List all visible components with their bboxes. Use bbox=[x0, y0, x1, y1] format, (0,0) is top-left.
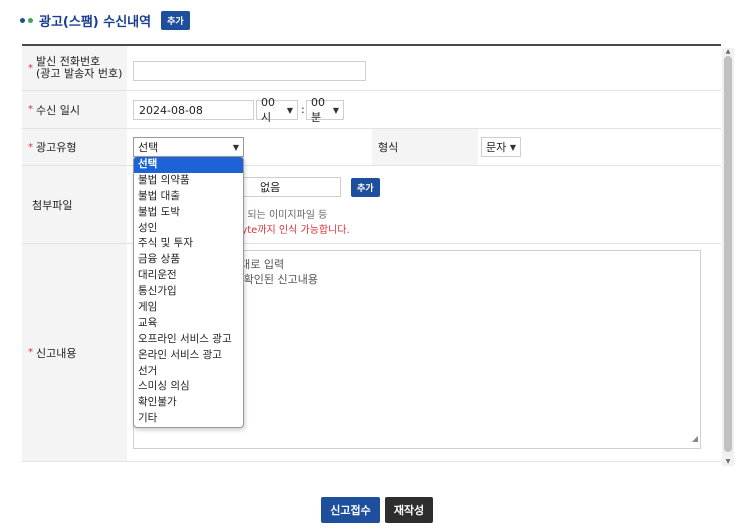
ad-type-option[interactable]: 스미싱 의심 bbox=[134, 379, 243, 395]
row-received-datetime: * 수신 일시 2024-08-08 00시 ▼ : 00분 ▼ bbox=[22, 91, 721, 129]
report-content-label: * 신고내용 bbox=[22, 244, 127, 461]
sender-number-input[interactable] bbox=[133, 61, 366, 81]
sender-label-line2: (광고 발송자 번호) bbox=[36, 67, 123, 80]
format-label: 형식 bbox=[378, 141, 399, 154]
add-section-button[interactable]: 추가 bbox=[161, 10, 190, 30]
required-mark: * bbox=[28, 347, 33, 358]
received-hour-select[interactable]: 00시 ▼ bbox=[256, 96, 298, 124]
scroll-down-arrow-icon[interactable]: ▼ bbox=[722, 458, 734, 466]
required-mark: * bbox=[28, 141, 33, 153]
chevron-down-icon: ▼ bbox=[286, 105, 293, 115]
ad-type-option[interactable]: 기타 bbox=[134, 411, 243, 427]
row-sender-number: * 발신 전화번호 (광고 발송자 번호) bbox=[22, 46, 721, 91]
required-mark: * bbox=[28, 62, 33, 74]
row-ad-type: * 광고유형 선택 ▼ 형식 문자 ▼ bbox=[22, 129, 721, 166]
resize-handle-icon[interactable]: ◢ bbox=[692, 431, 698, 446]
ad-type-option[interactable]: 통신가입 bbox=[134, 284, 243, 300]
page-scrollbar[interactable]: ▲ ▼ bbox=[722, 48, 734, 466]
sender-number-label: * 발신 전화번호 (광고 발송자 번호) bbox=[22, 46, 127, 90]
ad-type-select[interactable]: 선택 ▼ bbox=[133, 137, 244, 157]
attachment-add-button[interactable]: 추가 bbox=[351, 178, 380, 197]
attachment-hint-1: 인 되는 이미지파일 등 bbox=[235, 210, 328, 221]
ad-type-option[interactable]: 불법 의약품 bbox=[134, 173, 243, 189]
ad-type-option[interactable]: 불법 도박 bbox=[134, 205, 243, 221]
format-label-cell: 형식 bbox=[372, 129, 478, 165]
format-select[interactable]: 문자 ▼ bbox=[481, 137, 521, 157]
page-header: 광고(스팸) 수신내역 추가 bbox=[20, 10, 190, 30]
title-dots-icon bbox=[20, 17, 33, 23]
ad-type-option[interactable]: 대리운전 bbox=[134, 268, 243, 284]
chevron-down-icon: ▼ bbox=[232, 142, 239, 152]
chevron-down-icon: ▼ bbox=[332, 105, 339, 115]
ad-type-option[interactable]: 선택 bbox=[134, 157, 243, 173]
time-separator: : bbox=[301, 103, 305, 116]
chevron-down-icon: ▼ bbox=[509, 142, 516, 152]
attachment-label: 첨부파일 bbox=[22, 166, 127, 243]
page-title: 광고(스팸) 수신내역 bbox=[39, 14, 152, 30]
required-mark: * bbox=[28, 104, 33, 115]
ad-type-option[interactable]: 오프라인 서비스 광고 bbox=[134, 332, 243, 348]
ad-type-option[interactable]: 게임 bbox=[134, 300, 243, 316]
received-datetime-label: * 수신 일시 bbox=[22, 91, 127, 128]
scroll-up-arrow-icon[interactable]: ▲ bbox=[722, 48, 734, 56]
ad-type-option[interactable]: 교육 bbox=[134, 316, 243, 332]
submit-report-button[interactable]: 신고접수 bbox=[321, 497, 380, 523]
ad-type-option[interactable]: 성인 bbox=[134, 221, 243, 237]
ad-type-option[interactable]: 온라인 서비스 광고 bbox=[134, 348, 243, 364]
ad-type-dropdown-list: 선택 불법 의약품 불법 대출 불법 도박 성인 주식 및 투자 금융 상품 대리운전 통신가입… bbox=[133, 156, 244, 428]
scrollbar-thumb[interactable] bbox=[724, 56, 732, 452]
rewrite-button[interactable]: 재작성 bbox=[385, 497, 433, 523]
content-hint-2: 시 확인된 신고내용 bbox=[230, 273, 318, 286]
row-attachment: 첨부파일 없음 추가 인 되는 이미지파일 등 byte까지 인식 가능합니다. bbox=[22, 166, 721, 244]
received-minute-select[interactable]: 00분 ▼ bbox=[306, 96, 344, 124]
ad-type-option[interactable]: 선거 bbox=[134, 364, 243, 380]
attachment-hint-2: byte까지 인식 가능합니다. bbox=[235, 225, 350, 236]
received-date-input[interactable]: 2024-08-08 bbox=[133, 100, 254, 120]
ad-type-option[interactable]: 주식 및 투자 bbox=[134, 236, 243, 252]
ad-type-option[interactable]: 확인불가 bbox=[134, 395, 243, 411]
ad-type-option[interactable]: 불법 대출 bbox=[134, 189, 243, 205]
content-hint-1: 그대로 입력 bbox=[230, 258, 285, 271]
ad-type-option[interactable]: 금융 상품 bbox=[134, 252, 243, 268]
ad-type-label: * 광고유형 bbox=[22, 129, 127, 165]
